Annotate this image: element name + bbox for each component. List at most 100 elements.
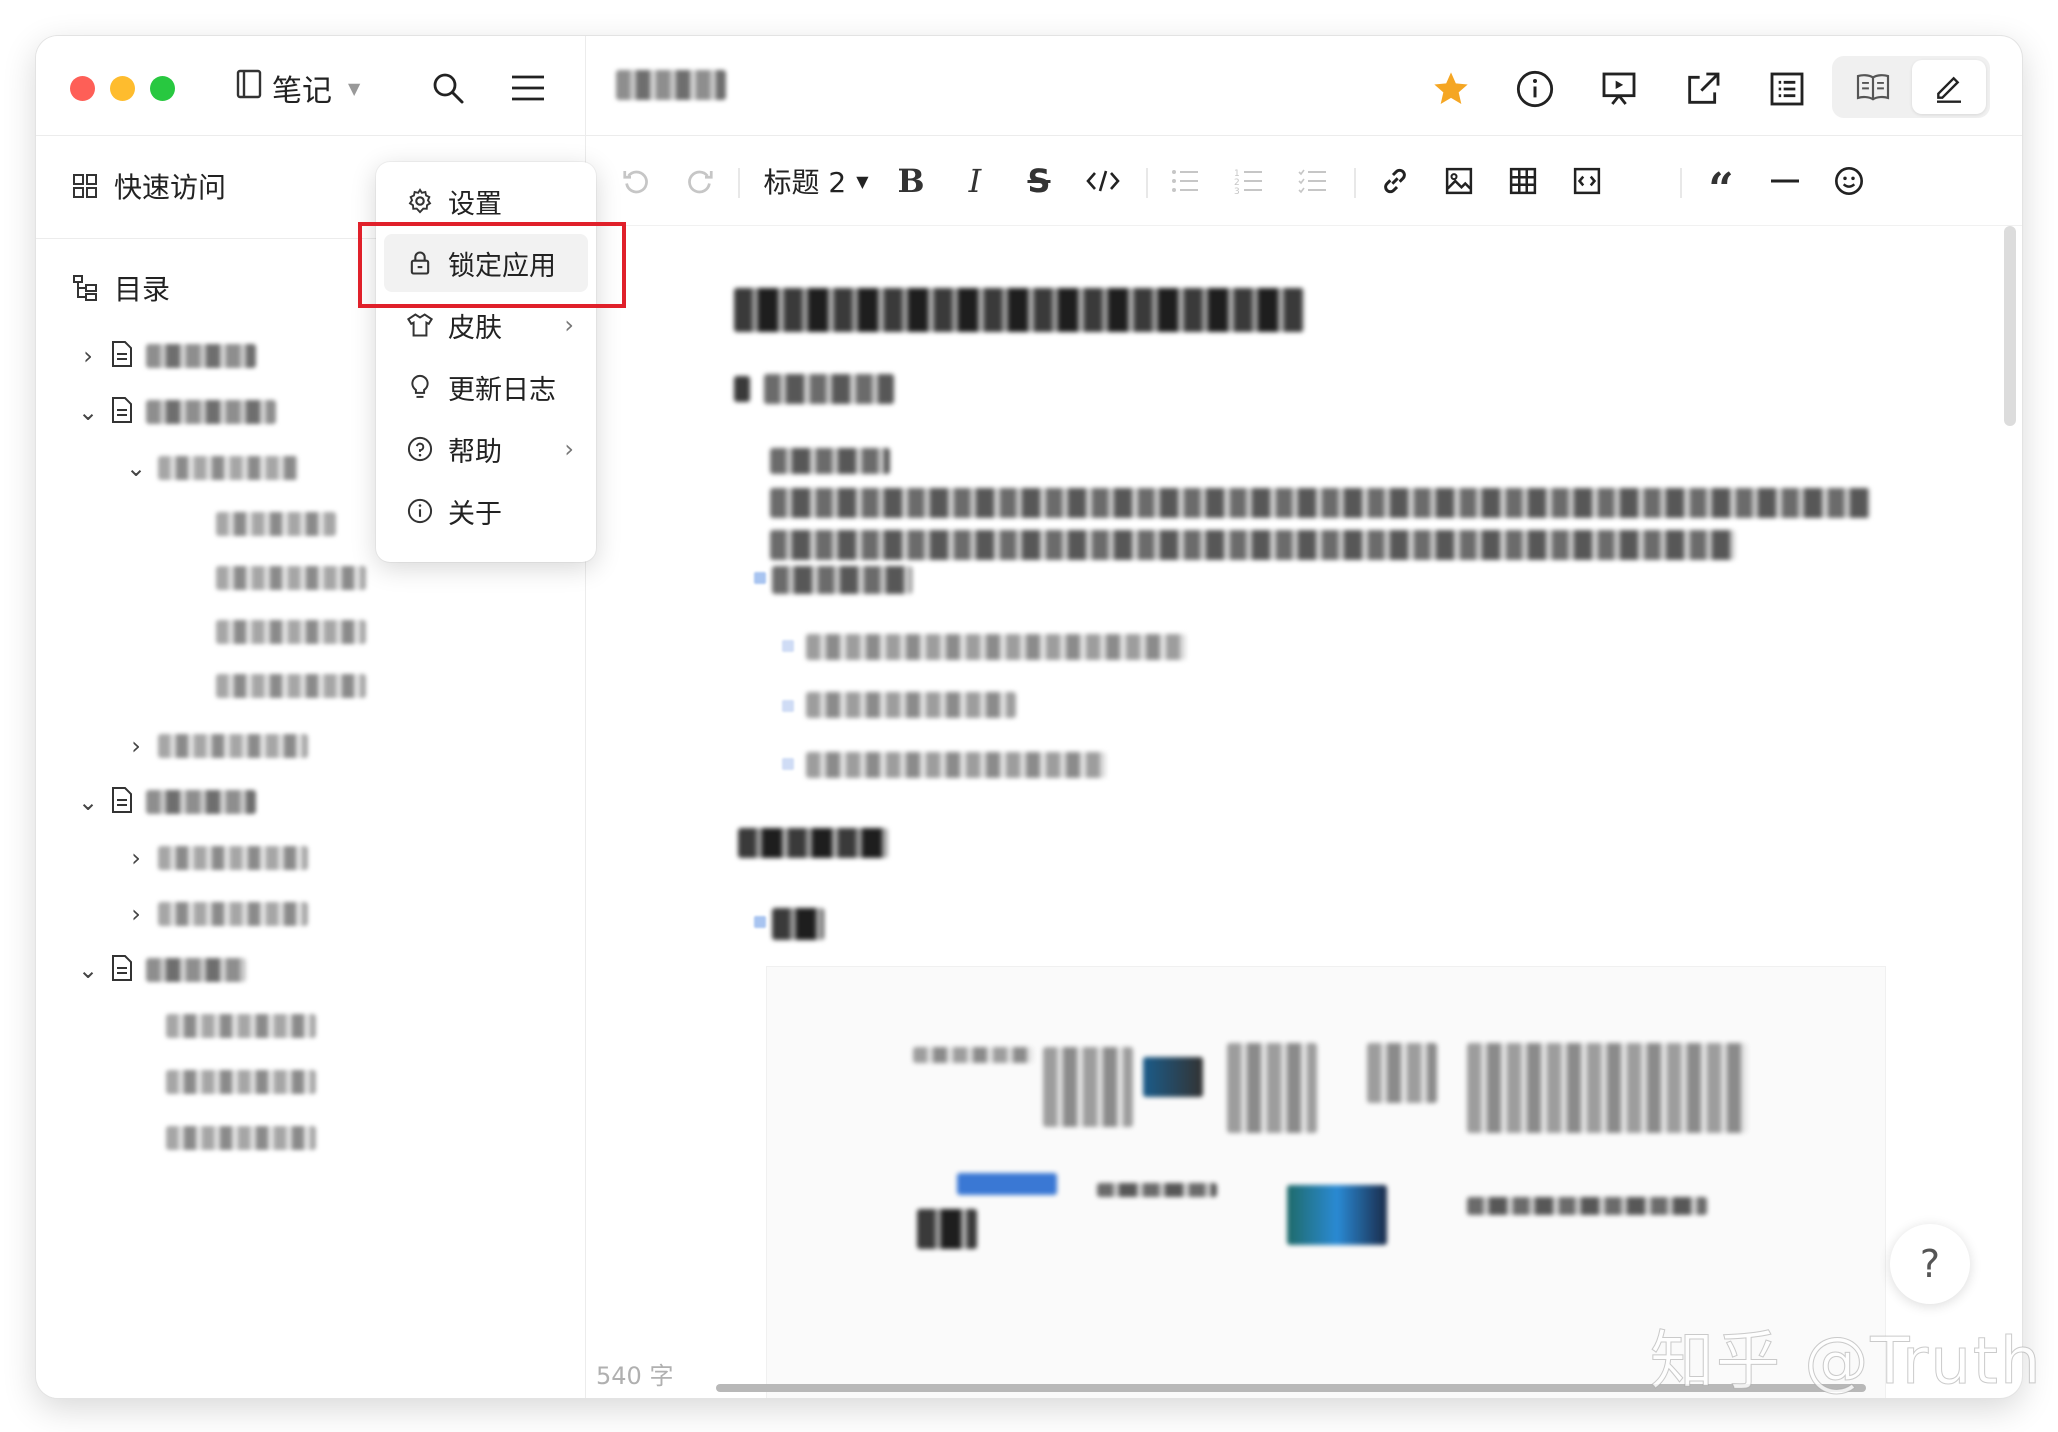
chevron-down-icon: ⌄ — [126, 454, 147, 482]
horizontal-rule-icon — [1771, 179, 1799, 183]
menu-item-label: 皮肤 — [448, 312, 502, 344]
tree-item[interactable] — [166, 1118, 316, 1158]
tree-item[interactable]: › — [126, 726, 308, 766]
tree-item-label — [216, 674, 366, 698]
strikethrough-button[interactable]: S — [1014, 158, 1064, 204]
italic-button[interactable]: I — [950, 158, 1000, 204]
chevron-right-icon: › — [564, 311, 574, 339]
caret-down-icon: ▼ — [856, 171, 869, 191]
lightbulb-icon — [411, 374, 429, 398]
image-fragment — [913, 1047, 1033, 1063]
help-button[interactable]: ? — [1890, 1224, 1970, 1304]
menu-item-help[interactable]: 帮助 › — [384, 420, 588, 478]
edit-mode-button[interactable] — [1912, 60, 1986, 114]
image-fragment — [1043, 1047, 1133, 1127]
quick-access[interactable]: 快速访问 — [72, 156, 226, 216]
paragraph-line — [770, 488, 1870, 518]
info-button[interactable] — [1510, 64, 1560, 114]
undo-button[interactable] — [616, 158, 656, 204]
tree-item[interactable]: ⌄ — [126, 448, 298, 488]
emoji-button[interactable] — [1824, 158, 1874, 204]
list-item — [806, 692, 1016, 718]
bullet — [754, 572, 766, 584]
image-button[interactable] — [1434, 158, 1484, 204]
redo-button[interactable] — [680, 158, 720, 204]
svg-text:3: 3 — [1234, 187, 1240, 195]
share-button[interactable] — [1678, 64, 1728, 114]
toc-header[interactable]: 目录 — [72, 258, 170, 318]
tree-item[interactable] — [216, 666, 366, 706]
question-circle-icon — [407, 436, 433, 462]
bold-button[interactable]: B — [886, 158, 936, 204]
list-item — [772, 566, 912, 594]
tree-item[interactable] — [216, 504, 336, 544]
chevron-right-icon: › — [131, 900, 141, 928]
tree-item[interactable] — [166, 1062, 316, 1102]
chevron-down-icon: ⌄ — [78, 956, 99, 984]
tree-item-label — [216, 566, 366, 590]
menu-item-label: 关于 — [448, 498, 502, 530]
presentation-icon — [1602, 72, 1636, 105]
link-icon — [1384, 168, 1406, 194]
format-toolbar: 标题 2 ▼ B I S 123 “ — [586, 136, 2022, 226]
tree-item[interactable]: › — [126, 894, 308, 934]
notebook-switcher[interactable]: 笔记 ▼ — [236, 66, 360, 110]
tree-item[interactable]: ⌄ — [78, 950, 246, 990]
table-button[interactable] — [1498, 158, 1548, 204]
heading-marker — [734, 376, 750, 402]
watermark: 知乎 @Truth — [1650, 1325, 2043, 1400]
zoom-window-button[interactable] — [150, 76, 175, 101]
search-button[interactable] — [426, 66, 470, 110]
image-fragment — [917, 1209, 977, 1249]
tree-item[interactable] — [216, 558, 366, 598]
strikethrough-icon: S — [1027, 162, 1051, 200]
outline-button[interactable] — [1762, 64, 1812, 114]
image-fragment — [1467, 1197, 1707, 1215]
checklist-icon — [1298, 169, 1326, 194]
numbered-list-button[interactable]: 123 — [1224, 158, 1274, 204]
paragraph-line — [770, 530, 1735, 560]
chevron-right-icon: › — [131, 732, 141, 760]
document-body[interactable] — [586, 226, 2022, 1398]
tree-item-label — [166, 1126, 316, 1150]
tree-item[interactable] — [216, 612, 366, 652]
vertical-scrollbar[interactable] — [2004, 226, 2016, 426]
editor-pane: 标题 2 ▼ B I S 123 “ ? — [586, 36, 2022, 1398]
favorite-button[interactable] — [1426, 64, 1476, 114]
task-list-button[interactable] — [1288, 158, 1338, 204]
tree-item[interactable]: › — [126, 838, 308, 878]
heading-select[interactable]: 标题 2 ▼ — [756, 158, 876, 204]
menu-item-changelog[interactable]: 更新日志 — [384, 358, 588, 416]
toolbar-divider — [1146, 168, 1148, 198]
link-button[interactable] — [1370, 158, 1420, 204]
tree-item-label — [146, 400, 276, 424]
list-icon — [1770, 72, 1804, 106]
list-item — [806, 752, 1106, 778]
horizontal-rule-button[interactable] — [1760, 158, 1810, 204]
view-mode-toggle — [1832, 56, 1990, 118]
gear-icon — [408, 188, 432, 214]
minimize-window-button[interactable] — [110, 76, 135, 101]
presentation-button[interactable] — [1594, 64, 1644, 114]
section-heading — [738, 828, 888, 858]
tree-item[interactable]: ⌄ — [78, 392, 276, 432]
close-window-button[interactable] — [70, 76, 95, 101]
inline-code-button[interactable] — [1078, 158, 1128, 204]
document-icon — [110, 340, 134, 372]
quote-button[interactable]: “ — [1696, 158, 1746, 215]
tree-item[interactable]: › — [78, 336, 256, 376]
editor-header — [586, 36, 2022, 136]
numbered-list-icon: 123 — [1234, 169, 1262, 195]
tree-item[interactable] — [166, 1006, 316, 1046]
bullet-list-button[interactable] — [1160, 158, 1210, 204]
tree-item[interactable]: ⌄ — [78, 782, 256, 822]
tree-item-label — [216, 512, 336, 536]
menu-button[interactable] — [506, 66, 550, 110]
menu-item-about[interactable]: 关于 — [384, 482, 588, 540]
chevron-right-icon: › — [564, 435, 574, 463]
read-mode-button[interactable] — [1836, 60, 1910, 114]
code-block-button[interactable] — [1562, 158, 1612, 204]
sidebar-titlebar: 笔记 ▼ — [36, 36, 586, 136]
word-count: 540 字 — [596, 1362, 674, 1390]
pencil-icon — [1937, 76, 1961, 103]
